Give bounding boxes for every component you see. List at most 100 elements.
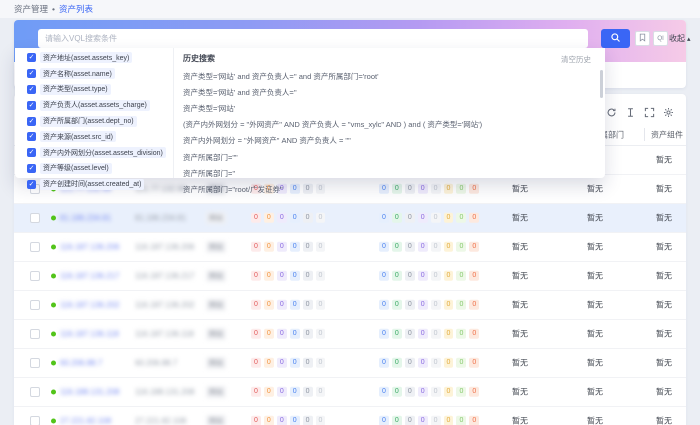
count-badge-muted: 0	[316, 242, 326, 252]
save-search-button[interactable]	[635, 31, 650, 46]
asset-ip-link[interactable]: 60.206.88.7	[60, 359, 102, 368]
asset-ip-link[interactable]: 116.187.136.202	[60, 301, 119, 310]
table-row[interactable]: 116.187.136.202 116.187.136.202 网站 00000…	[14, 291, 686, 320]
asset-ip-link[interactable]: 81.186.234.81	[60, 214, 111, 223]
count-badge-gray: 0	[303, 242, 313, 252]
fullscreen-icon[interactable]	[644, 107, 655, 118]
history-item[interactable]: 资产所属部门=""	[183, 149, 593, 165]
refresh-icon[interactable]	[606, 107, 617, 118]
field-option[interactable]: ✓ 资产来源(asset.src_id)	[15, 129, 173, 145]
count-badge-blue: 0	[379, 242, 389, 252]
count-badge-orange: 0	[264, 242, 274, 252]
row-checkbox[interactable]	[30, 358, 40, 368]
ql-toggle-button[interactable]: Ql	[653, 31, 668, 46]
count-badge-muted: 0	[431, 329, 441, 339]
checkbox-checked-icon[interactable]: ✓	[27, 132, 36, 141]
row-checkbox[interactable]	[30, 416, 40, 425]
history-item[interactable]: 资产类型='网站' and 资产负责人='' and 资产所属部门='root'	[183, 68, 593, 84]
count-badge-muted: 0	[316, 213, 326, 223]
checkbox-checked-icon[interactable]: ✓	[27, 69, 36, 78]
table-row[interactable]: 116.187.136.206 116.187.136.206 网站 00000…	[14, 233, 686, 262]
row-checkbox[interactable]	[30, 300, 40, 310]
count-badge-orangered: 0	[469, 358, 479, 368]
vql-search-input[interactable]	[38, 29, 588, 48]
history-item[interactable]: (资产内外网划分 = "外网资产" AND 资产负责人 = "vms_xylc"…	[183, 117, 593, 133]
collapse-toggle[interactable]: 收起 ▴	[669, 33, 691, 44]
history-item[interactable]: 资产类型='网站'	[183, 100, 593, 116]
status-dot-icon	[51, 216, 56, 221]
table-row[interactable]: 116.187.136.217 116.187.136.217 网站 00000…	[14, 262, 686, 291]
charge-cell: 暂无	[512, 300, 528, 311]
density-icon[interactable]	[625, 107, 636, 118]
field-option[interactable]: ✓ 资产内外网划分(asset.assets_division)	[15, 145, 173, 161]
row-checkbox[interactable]	[30, 213, 40, 223]
component-cell: 暂无	[656, 387, 672, 398]
count-badge-purple: 0	[418, 213, 428, 223]
search-button[interactable]	[601, 29, 630, 48]
count-badge-orange: 0	[264, 329, 274, 339]
settings-icon[interactable]	[663, 107, 674, 118]
dept-cell: 暂无	[587, 416, 603, 425]
asset-type-tag: 网站	[206, 357, 226, 369]
field-option[interactable]: ✓ 资产负责人(asset.assets_charge)	[15, 97, 173, 113]
collapse-label: 收起	[669, 33, 685, 44]
status-dot-icon	[51, 245, 56, 250]
history-item[interactable]: 资产内外网划分 = "外网资产" AND 资产负责人 = ""	[183, 133, 593, 149]
count-badge-blue: 0	[290, 271, 300, 281]
checkbox-checked-icon[interactable]: ✓	[27, 180, 36, 189]
asset-ip-link[interactable]: 116.187.136.118	[60, 330, 119, 339]
asset-type-tag: 网站	[206, 270, 226, 282]
asset-ip-link[interactable]: 116.188.131.208	[60, 388, 119, 397]
component-cell: 暂无	[656, 358, 672, 369]
table-row[interactable]: 116.188.131.208 116.188.131.208 网站 00000…	[14, 378, 686, 407]
field-option[interactable]: ✓ 资产所属部门(asset.dept_no)	[15, 113, 173, 129]
field-option[interactable]: ✓ 资产地址(asset.assets_key)	[15, 50, 173, 66]
history-item[interactable]: 资产所属部门=''	[183, 165, 593, 181]
count-badge-purple: 0	[277, 271, 287, 281]
asset-ip-link[interactable]: 27.221.82.108	[60, 417, 111, 425]
row-checkbox[interactable]	[30, 387, 40, 397]
count-badge-orangered: 0	[469, 213, 479, 223]
count-badge-gray: 0	[405, 300, 415, 310]
header-component[interactable]: 资产组件	[651, 129, 683, 140]
row-checkbox[interactable]	[30, 271, 40, 281]
count-badge-red: 0	[251, 358, 261, 368]
checkbox-checked-icon[interactable]: ✓	[27, 85, 36, 94]
table-row[interactable]: 116.187.136.118 116.187.136.118 网站 00000…	[14, 320, 686, 349]
checkbox-checked-icon[interactable]: ✓	[27, 101, 36, 110]
table-row[interactable]: 60.206.88.7 60.206.88.7 网站 000000 000000…	[14, 349, 686, 378]
history-item[interactable]: 资产所属部门="root/广发证券"	[183, 181, 593, 197]
breadcrumb-section[interactable]: 资产管理	[14, 3, 48, 15]
status-dot-icon	[51, 419, 56, 424]
field-option[interactable]: ✓ 资产等级(asset.level)	[15, 160, 173, 176]
field-option-label: 资产类型(asset.type)	[40, 84, 111, 95]
component-cell: 暂无	[656, 155, 672, 166]
field-option[interactable]: ✓ 资产类型(asset.type)	[15, 82, 173, 98]
field-option[interactable]: ✓ 资产名称(asset.name)	[15, 66, 173, 82]
asset-ip-text: 116.187.136.202	[135, 301, 194, 310]
charge-cell: 暂无	[512, 213, 528, 224]
risk-badge-group: 000000	[251, 416, 325, 425]
row-checkbox[interactable]	[30, 242, 40, 252]
count-badge-gray: 0	[303, 416, 313, 425]
asset-ip-link[interactable]: 116.187.136.217	[60, 272, 119, 281]
checkbox-checked-icon[interactable]: ✓	[27, 117, 36, 126]
clear-history-link[interactable]: 清空历史	[561, 54, 591, 65]
dropdown-scrollbar[interactable]	[600, 70, 603, 98]
history-item[interactable]: 资产类型='网站' and 资产负责人=''	[183, 84, 593, 100]
count-badge-blue: 0	[379, 271, 389, 281]
count-badge-green: 0	[392, 271, 402, 281]
breadcrumb-separator: •	[52, 4, 55, 14]
checkbox-checked-icon[interactable]: ✓	[27, 164, 36, 173]
table-row[interactable]: 81.186.234.81 81.186.234.81 网站 000000 00…	[14, 204, 686, 233]
component-cell: 暂无	[656, 300, 672, 311]
field-option[interactable]: ✓ 资产创建时间(asset.created_at)	[15, 176, 173, 192]
asset-type-tag: 网站	[206, 415, 226, 425]
row-checkbox[interactable]	[30, 329, 40, 339]
checkbox-checked-icon[interactable]: ✓	[27, 53, 36, 62]
table-row[interactable]: 27.221.82.108 27.221.82.108 网站 000000 00…	[14, 407, 686, 425]
count-badge-blue: 0	[379, 416, 389, 425]
asset-ip-link[interactable]: 116.187.136.206	[60, 243, 119, 252]
checkbox-checked-icon[interactable]: ✓	[27, 148, 36, 157]
risk-badge-group: 000000	[251, 271, 325, 281]
